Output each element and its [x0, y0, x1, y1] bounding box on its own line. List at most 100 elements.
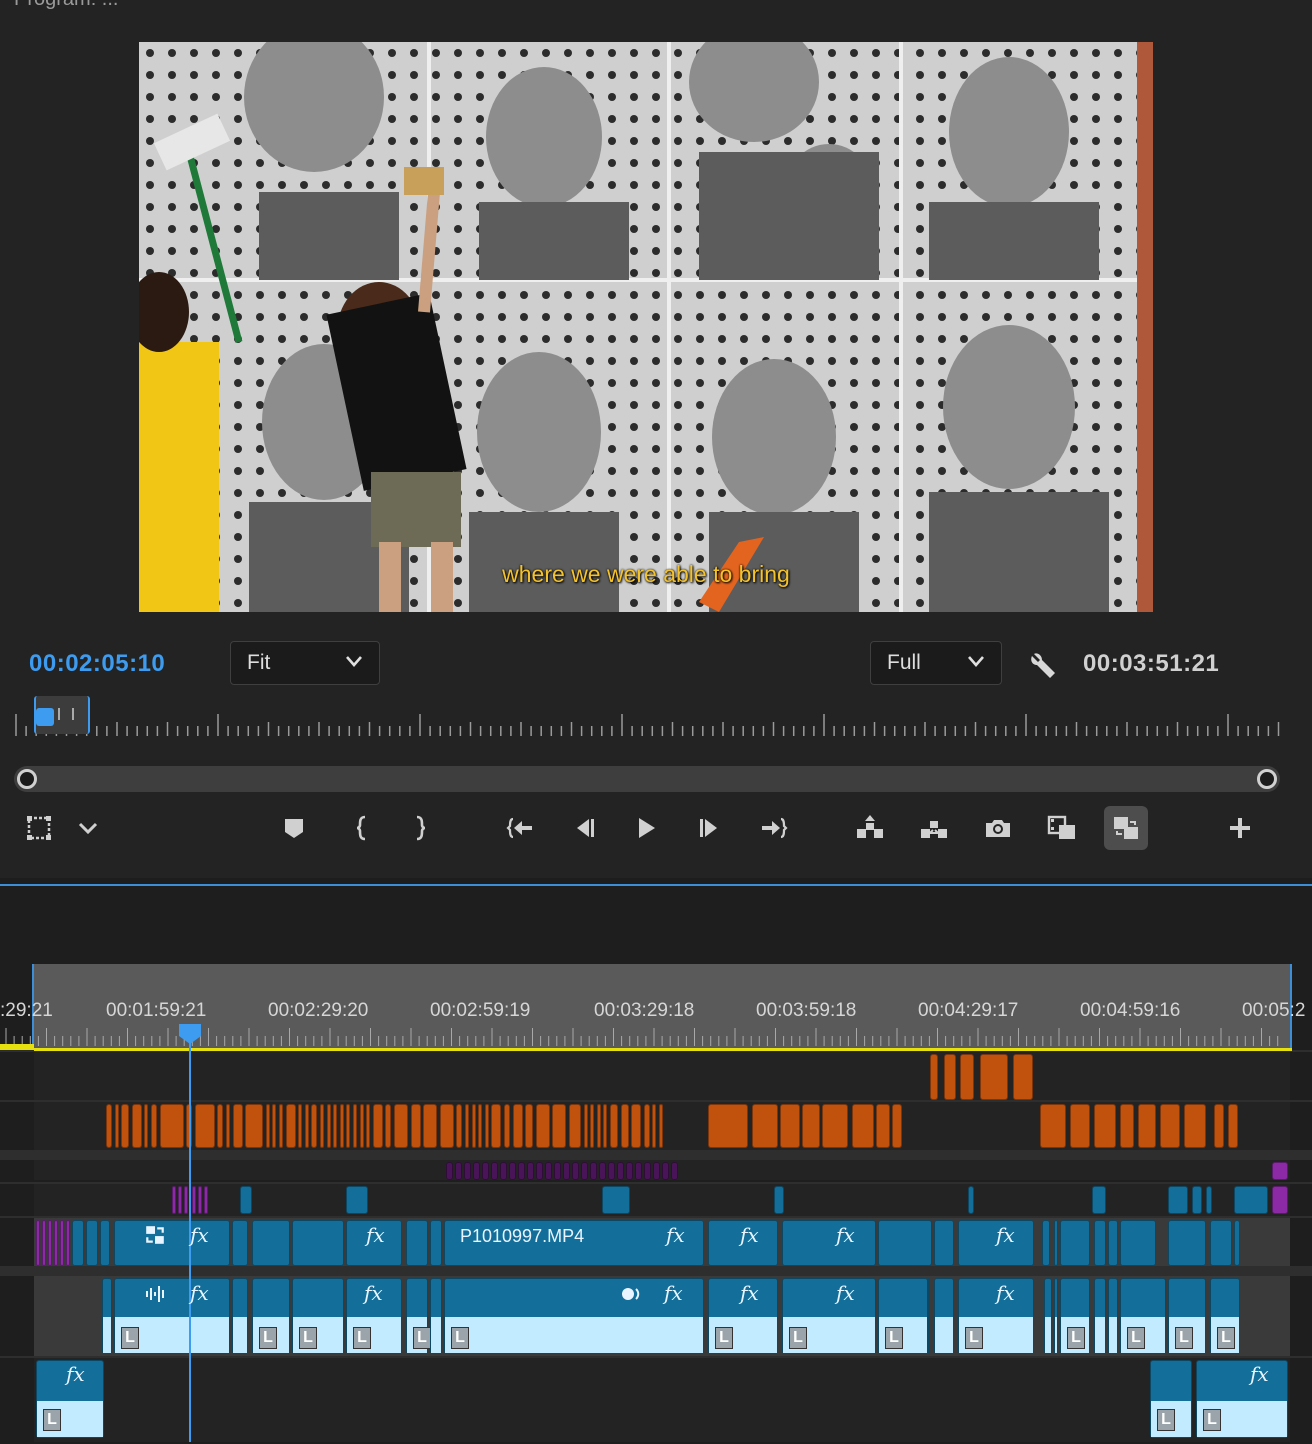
title-clip[interactable] — [456, 1104, 463, 1148]
graphic-clip[interactable] — [581, 1162, 588, 1180]
video-clip[interactable] — [934, 1220, 954, 1266]
fx-badge[interactable]: fx — [740, 1223, 759, 1247]
audio-clip[interactable]: L — [1210, 1278, 1240, 1354]
audio-clip[interactable] — [1094, 1278, 1106, 1354]
title-clip[interactable] — [471, 1104, 476, 1148]
graphic-clip[interactable] — [662, 1162, 669, 1180]
video-clip[interactable] — [1206, 1186, 1212, 1214]
title-clip[interactable] — [610, 1104, 618, 1148]
title-clip[interactable] — [484, 1104, 489, 1148]
title-clip[interactable] — [1214, 1104, 1224, 1148]
audio-clip[interactable] — [430, 1278, 442, 1354]
fx-badge[interactable]: fx — [366, 1223, 385, 1247]
graphic-clip[interactable] — [626, 1162, 633, 1180]
graphic-clip[interactable] — [1272, 1162, 1288, 1180]
title-clip[interactable] — [114, 1104, 119, 1148]
title-clip[interactable] — [1184, 1104, 1206, 1148]
video-clip[interactable] — [1092, 1186, 1106, 1214]
title-clip[interactable] — [439, 1104, 454, 1148]
title-clip[interactable] — [535, 1104, 550, 1148]
graphic-clip[interactable] — [518, 1162, 525, 1180]
fx-badge[interactable]: fx — [1250, 1362, 1269, 1386]
video-clip[interactable] — [782, 1220, 876, 1266]
fx-badge[interactable]: fx — [740, 1281, 759, 1305]
audio-clip[interactable]: L — [878, 1278, 928, 1354]
audio-clip[interactable]: L — [1060, 1278, 1090, 1354]
title-clip[interactable] — [620, 1104, 629, 1148]
title-clip[interactable] — [960, 1054, 974, 1100]
title-clip[interactable] — [106, 1104, 112, 1148]
graphic-clip[interactable] — [184, 1186, 188, 1214]
graphic-clip[interactable] — [554, 1162, 561, 1180]
graphic-clip[interactable] — [172, 1186, 176, 1214]
title-clip[interactable] — [822, 1104, 848, 1148]
video-clip[interactable] — [346, 1186, 368, 1214]
title-clip[interactable] — [944, 1054, 956, 1100]
audio-clip[interactable] — [232, 1278, 248, 1354]
title-clip[interactable] — [892, 1104, 902, 1148]
graphic-clip[interactable] — [671, 1162, 678, 1180]
video-clip[interactable] — [252, 1220, 290, 1266]
title-clip[interactable] — [491, 1104, 502, 1148]
title-clip[interactable] — [359, 1104, 364, 1148]
video-clip[interactable] — [774, 1186, 784, 1214]
video-clip[interactable] — [1094, 1220, 1106, 1266]
fx-badge[interactable]: fx — [190, 1281, 209, 1305]
fx-badge[interactable]: fx — [666, 1223, 685, 1247]
fx-badge[interactable]: fx — [836, 1223, 855, 1247]
fx-badge[interactable]: fx — [996, 1223, 1015, 1247]
title-clip[interactable] — [394, 1104, 408, 1148]
video-clip[interactable] — [54, 1220, 58, 1266]
audio-clip[interactable]: L — [1196, 1360, 1288, 1438]
fx-badge[interactable]: fx — [996, 1281, 1015, 1305]
video-clip[interactable] — [1234, 1220, 1240, 1266]
graphic-clip[interactable] — [473, 1162, 480, 1180]
audio-clip[interactable]: L — [1168, 1278, 1206, 1354]
title-clip[interactable] — [410, 1104, 421, 1148]
title-clip[interactable] — [930, 1054, 938, 1100]
title-clip[interactable] — [194, 1104, 215, 1148]
graphic-clip[interactable] — [509, 1162, 516, 1180]
title-clip[interactable] — [326, 1104, 331, 1148]
title-clip[interactable] — [423, 1104, 438, 1148]
title-clip[interactable] — [1040, 1104, 1066, 1148]
video-clip[interactable] — [232, 1220, 248, 1266]
graphic-clip[interactable] — [572, 1162, 579, 1180]
video-clip[interactable] — [430, 1220, 442, 1266]
audio-clip[interactable]: L — [782, 1278, 876, 1354]
title-clip[interactable] — [353, 1104, 357, 1148]
title-clip[interactable] — [151, 1104, 157, 1148]
video-clip[interactable] — [602, 1186, 630, 1214]
title-clip[interactable] — [643, 1104, 650, 1148]
title-clip[interactable] — [1120, 1104, 1134, 1148]
graphic-clip[interactable] — [527, 1162, 534, 1180]
title-clip[interactable] — [320, 1104, 324, 1148]
title-clip[interactable] — [279, 1104, 283, 1148]
graphic-clip[interactable] — [608, 1162, 615, 1180]
video-clip[interactable] — [878, 1220, 932, 1266]
title-clip[interactable] — [385, 1104, 392, 1148]
title-clip[interactable] — [1228, 1104, 1238, 1148]
audio-clip[interactable]: L — [1120, 1278, 1166, 1354]
audio-clip[interactable] — [1054, 1278, 1058, 1354]
video-clip[interactable] — [1120, 1220, 1156, 1266]
audio-clip[interactable]: L — [406, 1278, 431, 1354]
title-clip[interactable] — [780, 1104, 800, 1148]
title-clip[interactable] — [478, 1104, 483, 1148]
audio-clip[interactable] — [928, 1278, 930, 1354]
title-clip[interactable] — [245, 1104, 264, 1148]
title-clip[interactable] — [121, 1104, 130, 1148]
video-clip[interactable] — [48, 1220, 52, 1266]
video-clip[interactable] — [1168, 1220, 1206, 1266]
video-clip[interactable] — [72, 1220, 84, 1266]
graphic-clip[interactable] — [204, 1186, 208, 1214]
graphic-clip[interactable] — [464, 1162, 471, 1180]
title-clip[interactable] — [232, 1104, 243, 1148]
title-clip[interactable] — [285, 1104, 296, 1148]
graphic-clip[interactable] — [482, 1162, 489, 1180]
graphic-clip[interactable] — [590, 1162, 597, 1180]
graphic-clip[interactable] — [198, 1186, 202, 1214]
title-clip[interactable] — [596, 1104, 601, 1148]
title-clip[interactable] — [1070, 1104, 1090, 1148]
video-clip[interactable] — [100, 1220, 110, 1266]
